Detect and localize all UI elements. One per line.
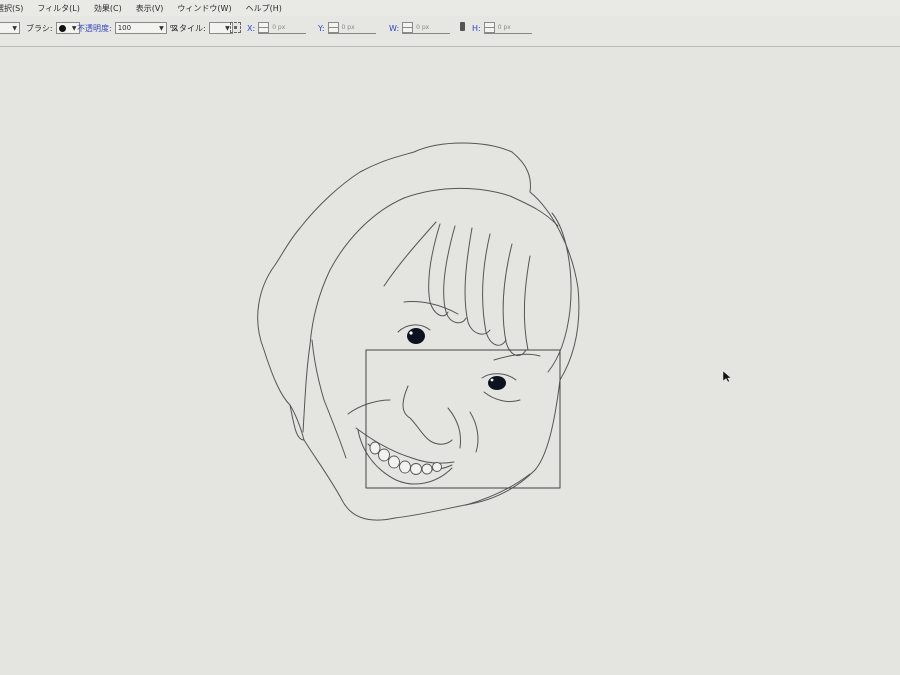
menu-help[interactable]: ヘルプ(H) [246, 3, 282, 14]
tooth [369, 441, 381, 455]
right-eye-highlight [490, 378, 494, 382]
opacity-label: 不透明度: [77, 23, 112, 33]
h-control: H: 0 px [472, 22, 532, 34]
x-field[interactable]: 0 px [258, 22, 307, 34]
style-label: スタイル: [171, 23, 206, 33]
jaw-line [465, 473, 531, 506]
menu-effect[interactable]: 効果(C) [94, 3, 122, 14]
left-eye-highlight [409, 331, 413, 335]
face-left-side [311, 339, 347, 459]
spinner-icon[interactable] [258, 22, 270, 33]
tool-dropdown[interactable]: ▼ [0, 22, 20, 34]
opacity-control: 不透明度: 100 ▼ % [77, 22, 177, 34]
tooth [378, 448, 390, 462]
hair-right-strand [547, 212, 572, 373]
left-eyebrow [403, 301, 459, 315]
chevron-down-icon: ▼ [12, 24, 17, 32]
menu-bar: 選択(S) フィルタ(L) 効果(C) 表示(V) ウィンドウ(W) ヘルプ(H… [0, 0, 900, 16]
tooth [432, 462, 442, 472]
right-pupil [488, 376, 506, 390]
bang-strand-5 [502, 243, 527, 357]
chevron-down-icon: ▼ [225, 24, 230, 32]
smile-fold [469, 411, 479, 453]
opacity-value: 100 [117, 24, 132, 32]
chevron-down-icon: ▼ [71, 24, 77, 32]
menu-window[interactable]: ウィンドウ(W) [177, 3, 231, 14]
selection-grid-button[interactable] [230, 22, 241, 33]
tooth [410, 463, 422, 475]
spinner-icon[interactable] [327, 22, 339, 33]
cheek-line-left [347, 399, 391, 415]
right-eye-lower [483, 391, 521, 403]
menu-filter[interactable]: フィルタ(L) [37, 3, 80, 14]
y-label: Y: [318, 23, 325, 33]
h-label: H: [472, 23, 481, 33]
face-line-drawing [257, 142, 580, 521]
menu-select[interactable]: 選択(S) [0, 3, 23, 14]
brush-label: ブラシ: [26, 23, 53, 33]
x-control: X: 0 px [247, 22, 307, 34]
spinner-icon[interactable] [402, 22, 414, 33]
y-field[interactable]: 0 px [327, 22, 376, 34]
tool-options-bar: ▼ ブラシ: ▼ 不透明度: 100 ▼ % スタイル: ▼ X: 0 px Y… [0, 16, 900, 47]
chevron-down-icon: ▼ [159, 24, 164, 32]
brush-control: ブラシ: ▼ [26, 22, 80, 34]
tooth [399, 460, 411, 474]
tooth [421, 463, 433, 475]
opacity-field[interactable]: 100 ▼ [114, 22, 167, 34]
w-field[interactable]: 0 px [402, 22, 451, 34]
bang-strand-6 [523, 255, 531, 351]
tooth [388, 455, 400, 469]
left-pupil [407, 328, 425, 344]
nose-line [402, 385, 453, 445]
bang-strand-4 [482, 233, 507, 346]
right-eyebrow [493, 353, 541, 361]
hair-left-lower [289, 404, 305, 441]
brush-dot-icon [58, 24, 66, 32]
x-label: X: [247, 23, 256, 33]
spinner-icon[interactable] [483, 22, 495, 33]
brush-dropdown[interactable]: ▼ [55, 22, 80, 34]
w-label: W: [389, 23, 400, 33]
hair-inner-top [403, 187, 559, 227]
style-control: スタイル: ▼ [171, 22, 233, 34]
hair-left-inner [302, 197, 405, 433]
mouse-pointer-icon [723, 371, 732, 383]
lock-ratio-button[interactable] [460, 22, 465, 31]
bang-strand-3 [464, 227, 491, 335]
w-control: W: 0 px [389, 22, 451, 34]
h-field[interactable]: 0 px [483, 22, 532, 34]
lock-icon [460, 22, 465, 31]
drawing-canvas[interactable] [0, 47, 900, 675]
y-control: Y: 0 px [318, 22, 376, 34]
lower-lip [357, 429, 453, 485]
menu-view[interactable]: 表示(V) [136, 3, 164, 14]
selection-grid-icon [230, 22, 241, 33]
bang-left-curve [383, 221, 437, 287]
